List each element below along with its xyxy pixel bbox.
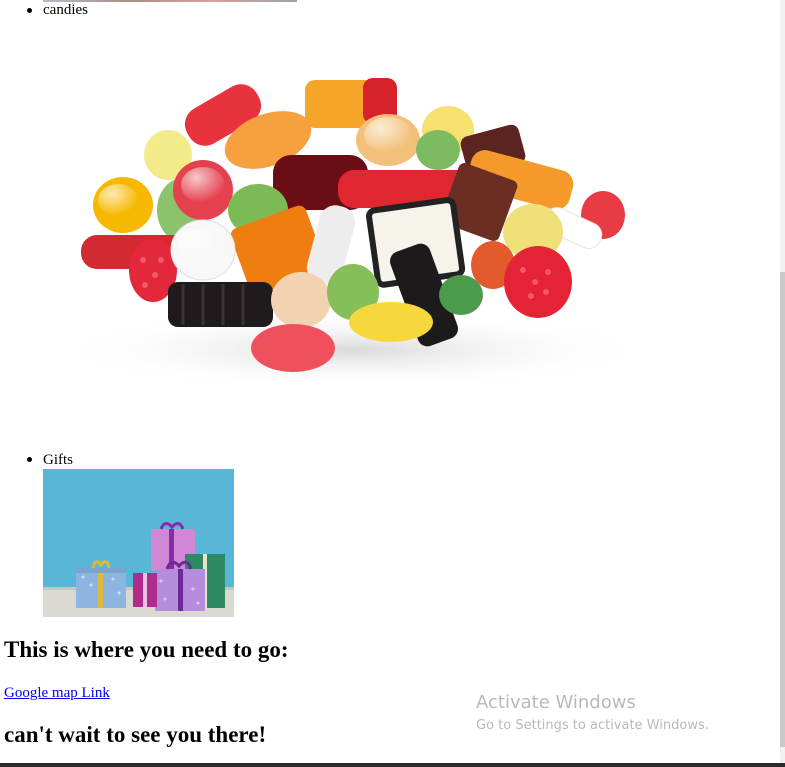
bullet-icon xyxy=(27,457,32,462)
taskbar-edge xyxy=(0,763,785,767)
vertical-scrollbar[interactable] xyxy=(780,0,785,767)
google-map-link[interactable]: Google map Link xyxy=(4,684,110,702)
closing-heading: can't wait to see you there! xyxy=(4,722,267,747)
web-page: candies Gifts This is where you need to … xyxy=(0,0,780,767)
watermark-subtitle: Go to Settings to activate Windows. xyxy=(476,718,709,733)
list-item-label: candies xyxy=(43,2,88,18)
watermark-title: Activate Windows xyxy=(476,692,636,713)
directions-heading: This is where you need to go: xyxy=(4,637,289,662)
bullet-icon xyxy=(27,8,32,13)
activate-windows-watermark: Activate Windows Go to Settings to activ… xyxy=(476,692,709,735)
list-item-label: Gifts xyxy=(43,452,73,468)
scrollbar-thumb[interactable] xyxy=(780,272,785,747)
candies-image xyxy=(53,78,653,390)
gifts-image xyxy=(43,469,234,617)
